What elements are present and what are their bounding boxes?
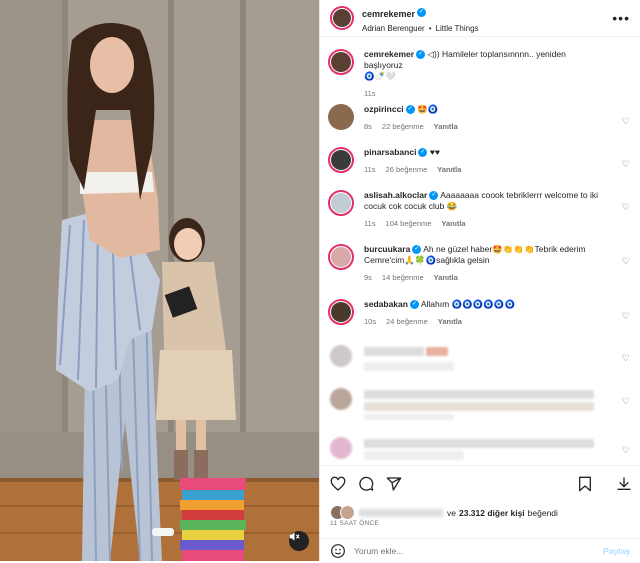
header-info: cemrekemer ✓ Adrian Berenguer • Little Thin… (362, 4, 481, 33)
comment-item: pinarsabanci ✓ ♥♥ 11s 26 beğenme Yanıtla ♡ (328, 147, 632, 175)
comment-meta: 9s 14 beğenme Yanıtla (364, 272, 606, 283)
heart-icon[interactable]: ♡ (622, 256, 630, 267)
comment-meta: 8s 22 beğenme Yanıtla (364, 121, 606, 132)
comment-avatar[interactable] (328, 244, 354, 270)
mute-icon (289, 532, 300, 541)
caption-meta: 11s (364, 88, 606, 99)
heart-icon[interactable]: ♡ (622, 353, 630, 364)
post-time-ago[interactable]: 11 SAAT ÖNCE (330, 520, 379, 527)
liker-avatars (330, 505, 355, 520)
mute-button[interactable] (289, 531, 309, 551)
comment-username[interactable]: pinarsabanci (364, 147, 416, 157)
photo-illustration (0, 0, 319, 561)
caption-emojis: 🧿🍼🤍 (364, 71, 396, 81)
caption-avatar[interactable] (328, 49, 354, 75)
author-avatar[interactable] (330, 6, 354, 30)
verified-icon: ✓ (409, 300, 419, 310)
liker-name-blurred (359, 508, 443, 517)
verified-icon: ✓ (416, 50, 426, 60)
heart-icon[interactable]: ♡ (622, 116, 630, 127)
comment-meta: 10s 24 beğenme Yanıtla (364, 316, 606, 327)
reply-button[interactable]: Yanıtla (438, 317, 462, 326)
verified-icon: ✓ (412, 245, 422, 255)
heart-icon[interactable]: ♡ (622, 396, 630, 407)
audio-track[interactable]: Little Things (436, 24, 479, 33)
comment-likes[interactable]: 24 beğenme (386, 317, 428, 326)
verified-icon: ✓ (405, 105, 415, 115)
audio-separator: • (428, 23, 432, 33)
likes-count[interactable]: 23.312 diğer kişi (459, 508, 525, 518)
likes-summary[interactable]: ve 23.312 diğer kişi beğendi (330, 505, 558, 520)
add-comment-bar: Yorum ekle... Paylaş (320, 538, 640, 563)
comment-time[interactable]: 8s (364, 122, 372, 131)
post-photo[interactable] (0, 0, 319, 561)
audio-info[interactable]: Adrian Berenguer • Little Things (362, 24, 481, 33)
comment-text: ♥♥ (429, 147, 440, 157)
blurred-comment: ♡ (328, 386, 632, 420)
comment-text: Allahım 🧿🧿🧿🧿🧿🧿 (420, 299, 516, 309)
blurred-comment: ♡ (328, 343, 632, 373)
more-options-icon[interactable]: ••• (612, 10, 630, 26)
bookmark-icon[interactable] (578, 476, 592, 492)
caption-username[interactable]: cemrekemer (364, 49, 414, 59)
heart-icon[interactable]: ♡ (622, 445, 630, 456)
reply-button[interactable]: Yanıtla (437, 165, 461, 174)
author-username[interactable]: cemrekemer (362, 9, 415, 19)
comment-username[interactable]: sedabakan (364, 299, 408, 309)
comment-time[interactable]: 11s (364, 219, 376, 228)
comment-avatar[interactable] (328, 299, 354, 325)
likes-prefix: ve (447, 507, 456, 518)
comment-input[interactable]: Yorum ekle... (354, 546, 403, 556)
post-side-panel: cemrekemer ✓ Adrian Berenguer • Little Thin… (319, 0, 640, 561)
comment-likes[interactable]: 14 beğenme (382, 273, 424, 282)
blurred-comment: ♡ (328, 435, 632, 465)
heart-icon[interactable] (330, 476, 346, 492)
comment-item: ozpirincci ✓ 🤩🧿 8s 22 beğenme Yanıtla ♡ (328, 104, 632, 132)
comment-avatar[interactable] (328, 190, 354, 216)
caption: cemrekemer ✓ ◁)) Hamileler toplansınnnn..… (328, 49, 632, 99)
comment-username[interactable]: burcuukara (364, 244, 410, 254)
comment-item: burcuukara ✓ Ah ne güzel haber🤩👏👏👏Tebrik … (328, 244, 632, 283)
download-icon[interactable] (616, 476, 632, 492)
verified-icon: ✓ (418, 148, 428, 158)
comment-time[interactable]: 9s (364, 273, 372, 282)
share-icon[interactable] (386, 476, 402, 492)
reply-button[interactable]: Yanıtla (434, 122, 458, 131)
heart-icon[interactable]: ♡ (622, 159, 630, 170)
verified-icon: ✓ (429, 191, 439, 201)
audio-artist[interactable]: Adrian Berenguer (362, 24, 425, 33)
post-comment-button[interactable]: Paylaş (603, 546, 630, 556)
verified-icon: ✓ (417, 7, 427, 17)
comment-likes[interactable]: 104 beğenme (386, 219, 432, 228)
heart-icon[interactable]: ♡ (622, 202, 630, 213)
caption-time[interactable]: 11s (364, 89, 376, 98)
comment-meta: 11s 104 beğenme Yanıtla (364, 218, 606, 229)
comment-icon[interactable] (358, 476, 374, 492)
comment-avatar[interactable] (328, 104, 354, 130)
comment-avatar[interactable] (328, 147, 354, 173)
heart-icon[interactable]: ♡ (622, 311, 630, 322)
comment-item: sedabakan ✓ Allahım 🧿🧿🧿🧿🧿🧿 10s 24 beğenme Y… (328, 299, 632, 327)
reply-button[interactable]: Yanıtla (441, 219, 465, 228)
reply-button[interactable]: Yanıtla (434, 273, 458, 282)
comment-likes[interactable]: 22 beğenme (382, 122, 424, 131)
comment-time[interactable]: 11s (364, 165, 376, 174)
comment-meta: 11s 26 beğenme Yanıtla (364, 164, 606, 175)
comment-text: 🤩🧿 (417, 104, 439, 114)
comment-username[interactable]: aslisah.alkoclar (364, 190, 427, 200)
post-actions: ve 23.312 diğer kişi beğendi 11 SAAT ÖNC… (320, 465, 640, 562)
comment-item: aslisah.alkoclar ✓ Aaaaaaaa coook tebrikl… (328, 190, 632, 229)
comment-username[interactable]: ozpirincci (364, 104, 404, 114)
comment-time[interactable]: 10s (364, 317, 376, 326)
instagram-post: cemrekemer ✓ Adrian Berenguer • Little Thin… (0, 0, 640, 561)
comment-likes[interactable]: 26 beğenme (386, 165, 428, 174)
action-icons (330, 476, 402, 492)
likes-suffix: beğendi (527, 507, 558, 518)
comments-list[interactable]: cemrekemer ✓ ◁)) Hamileler toplansınnnn..… (320, 37, 640, 465)
post-header: cemrekemer ✓ Adrian Berenguer • Little Thin… (320, 0, 640, 37)
emoji-icon[interactable] (330, 543, 346, 559)
